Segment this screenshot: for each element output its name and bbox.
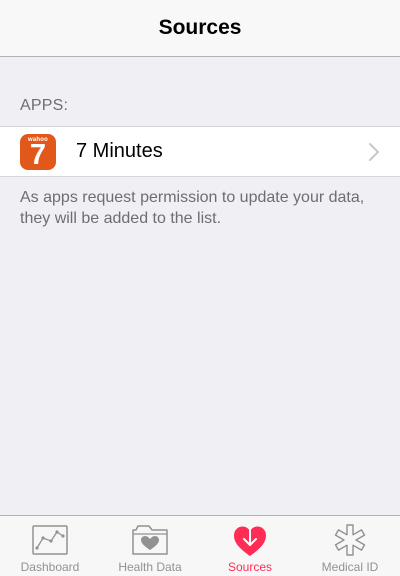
apps-section-footer: As apps request permission to update you… [20,189,365,227]
tab-sources[interactable]: Sources [200,516,300,576]
dashboard-chart-icon [32,525,68,555]
chevron-right-icon [369,143,379,161]
tab-health-data[interactable]: Health Data [100,516,200,576]
navigation-bar: Sources [0,0,400,57]
seven-minutes-app-icon: wahoo 7 [20,134,56,170]
app-row-7-minutes[interactable]: wahoo 7 7 Minutes [0,127,400,176]
health-data-folder-icon [132,525,168,555]
tab-bar: Dashboard Health Data Sources Medical ID [0,515,400,576]
tab-sources-label: Sources [227,560,273,574]
tab-dashboard[interactable]: Dashboard [0,516,100,576]
tab-dashboard-label: Dashboard [20,560,80,574]
app-icon-number: 7 [29,139,47,170]
tab-medical-id-label: Medical ID [321,560,379,574]
apps-list: wahoo 7 7 Minutes [0,126,400,177]
tab-health-data-label: Health Data [118,560,182,574]
tab-medical-id[interactable]: Medical ID [300,516,400,576]
apps-section-header: APPS: [20,97,69,114]
app-name-label: 7 Minutes [76,140,163,162]
medical-id-asterisk-icon [334,524,366,556]
page-title: Sources [158,16,242,39]
screen: Sources APPS: wahoo 7 7 Minutes As apps … [0,0,400,576]
sources-heart-icon [234,526,266,556]
